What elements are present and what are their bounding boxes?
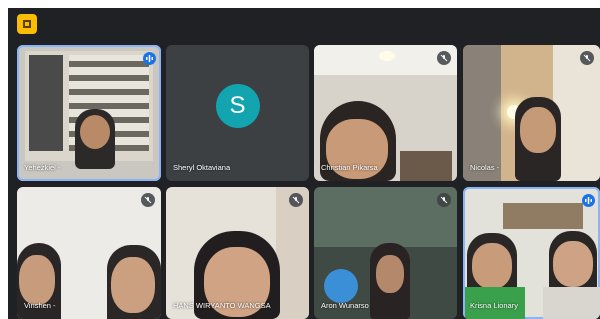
participant-name: Nicolas - [470,163,500,172]
participant-name: Vinshen - [24,301,56,310]
mic-off-icon [289,193,303,207]
participant-tile-yehezkiel[interactable]: Yehezkiel - [17,45,161,181]
video-feed [166,187,309,319]
participant-name: Aron Wunarso [321,301,369,310]
video-feed [17,187,161,319]
video-feed [463,45,600,181]
participant-name: Krisna Lionary [470,301,518,310]
mic-off-icon [437,51,451,65]
participant-tile-nicolas[interactable]: Nicolas - [463,45,600,181]
meeting-window: Yehezkiel - S Sheryl Oktaviana Christian… [8,8,600,319]
avatar: S [215,84,260,129]
audio-wave-icon [582,194,595,207]
participant-name: Sheryl Oktaviana [173,163,231,172]
mic-off-icon [580,51,594,65]
participant-tile-vinshen[interactable]: Vinshen - [17,187,161,319]
mic-off-icon [141,193,155,207]
video-feed [314,45,457,181]
participant-tile-sheryl[interactable]: S Sheryl Oktaviana [166,45,309,181]
participant-name: Yehezkiel - [24,163,61,172]
participant-tile-christian[interactable]: Christian Pikarsa [314,45,457,181]
participant-name: HANS WIRYANTO WANGSA [173,301,271,310]
presentation-icon[interactable] [17,14,37,34]
participant-tile-krisna[interactable]: Krisna Lionary [463,187,600,319]
video-feed [463,187,600,319]
participant-tile-hans[interactable]: HANS WIRYANTO WANGSA [166,187,309,319]
mic-off-icon [437,193,451,207]
video-feed [314,187,457,319]
video-feed [17,45,161,181]
participant-tile-aron[interactable]: Aron Wunarso [314,187,457,319]
participant-name: Christian Pikarsa [321,163,378,172]
avatar-letter: S [229,92,246,120]
audio-wave-icon [143,52,156,65]
